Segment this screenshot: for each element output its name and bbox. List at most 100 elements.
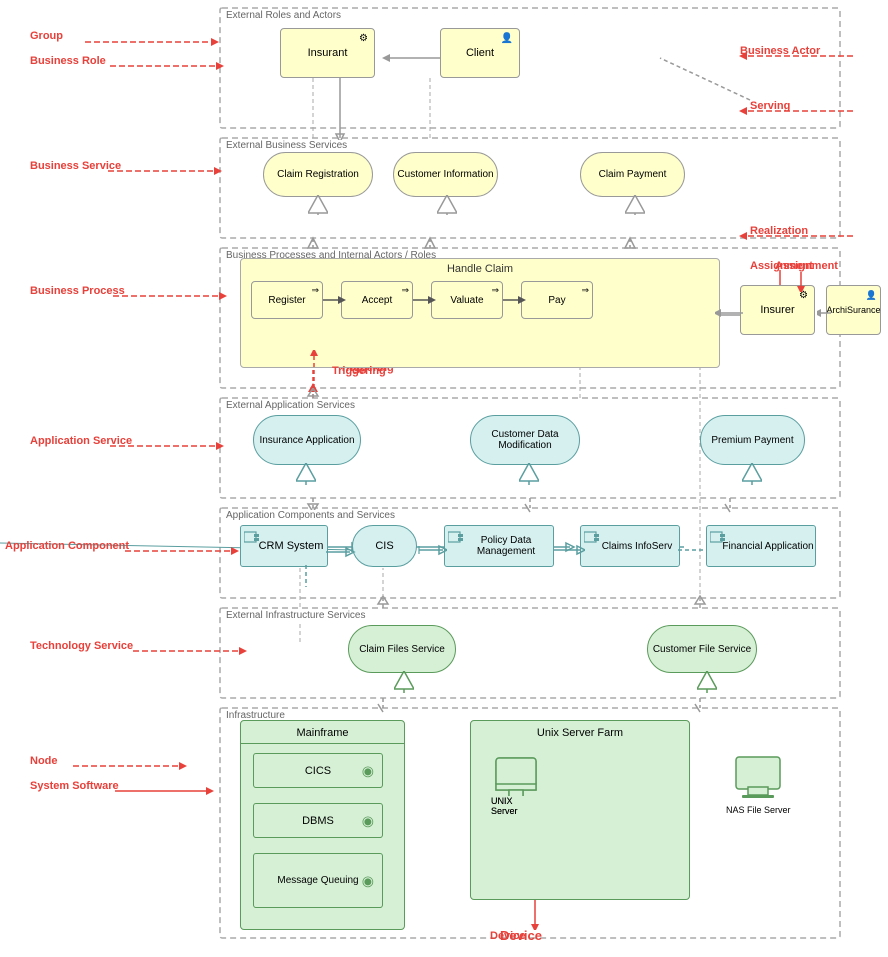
cics-box[interactable]: CICS ◉ xyxy=(253,753,383,788)
crm-system-box[interactable]: CRM System xyxy=(240,525,328,567)
insurer-box[interactable]: Insurer ⚙ xyxy=(740,285,815,335)
claims-infoserv-label: Claims InfoServ xyxy=(588,541,673,552)
section-label-app-components: Application Components and Services xyxy=(226,510,395,521)
insurance-application-label: Insurance Application xyxy=(259,435,354,446)
policy-data-box[interactable]: Policy Data Management xyxy=(444,525,554,567)
realization-app-2 xyxy=(519,463,539,485)
accept-box[interactable]: Accept ⇒ xyxy=(341,281,413,319)
section-label-external-business: External Business Services xyxy=(226,140,347,151)
claim-payment-label: Claim Payment xyxy=(599,169,667,180)
insurant-box[interactable]: Insurant ⚙ xyxy=(280,28,375,78)
valuate-box[interactable]: Valuate ⇒ xyxy=(431,281,503,319)
unix-server2-label: UNIX Server xyxy=(491,796,541,816)
claim-registration-oval[interactable]: Claim Registration xyxy=(263,152,373,197)
business-role-arrow xyxy=(110,58,240,74)
section-label-external-infra: External Infrastructure Services xyxy=(226,610,366,621)
dbms-box[interactable]: DBMS ◉ xyxy=(253,803,383,838)
component-icon-policy xyxy=(448,529,464,545)
nas-file-server-device[interactable]: NAS File Server xyxy=(726,755,791,815)
unix-server2-device[interactable]: UNIX Server xyxy=(491,756,541,816)
label-business-process: Business Process xyxy=(30,285,125,297)
archisurance-label: ArchiSurance xyxy=(826,305,880,315)
node-arrow xyxy=(73,758,203,774)
insurance-application-oval[interactable]: Insurance Application xyxy=(253,415,361,465)
crm-to-cis-arrow xyxy=(326,544,356,560)
label-technology-service: Technology Service xyxy=(30,640,133,652)
client-box[interactable]: Client 👤 xyxy=(440,28,520,78)
realization-arrow xyxy=(733,228,853,244)
realization-triangle-3 xyxy=(625,195,645,215)
insurant-label: Insurant xyxy=(308,47,348,59)
message-queuing-box[interactable]: Message Queuing ◉ xyxy=(253,853,383,908)
accept-label: Accept xyxy=(362,295,393,306)
label-system-software: System Software xyxy=(30,780,119,792)
component-icon-crm xyxy=(244,529,260,545)
section-label-external-roles: External Roles and Actors xyxy=(226,10,341,21)
valuate-label: Valuate xyxy=(450,295,483,306)
handle-claim-label: Handle Claim xyxy=(241,259,719,275)
triggering-label: Triggering xyxy=(332,365,386,377)
realization-comp-1 xyxy=(296,565,316,587)
cis-oval[interactable]: CIS xyxy=(352,525,417,567)
realization-triangle-2 xyxy=(437,195,457,215)
label-group: Group xyxy=(30,30,63,42)
cics-label: CICS xyxy=(305,765,331,777)
register-box[interactable]: Register ⇒ xyxy=(251,281,323,319)
financial-app-box[interactable]: Financial Application xyxy=(706,525,816,567)
insurer-to-pay-arrow xyxy=(715,305,745,321)
premium-payment-oval[interactable]: Premium Payment xyxy=(700,415,805,465)
customer-data-mod-oval[interactable]: Customer Data Modification xyxy=(470,415,580,465)
customer-file-oval[interactable]: Customer File Service xyxy=(647,625,757,673)
component-icon-financial xyxy=(710,529,726,545)
label-node: Node xyxy=(30,755,58,767)
archisurance-box[interactable]: ArchiSurance 👤 xyxy=(826,285,881,335)
label-assignment-text: Assignment xyxy=(775,260,838,272)
app-component-arrow xyxy=(125,543,255,559)
cis-label: CIS xyxy=(375,540,393,552)
diagram-container: External Roles and Actors External Busin… xyxy=(0,0,888,957)
claim-registration-label: Claim Registration xyxy=(277,169,359,180)
customer-information-oval[interactable]: Customer Information xyxy=(393,152,498,197)
nas-icon xyxy=(728,755,788,805)
business-actor-arrow xyxy=(733,48,853,198)
system-software-arrow xyxy=(115,783,230,799)
business-process-arrow xyxy=(113,288,243,304)
cis-to-policy-arrow xyxy=(415,540,447,560)
policy-to-claims-arrow xyxy=(553,540,585,560)
archisurance-to-insurer xyxy=(817,305,832,455)
label-business-role: Business Role xyxy=(30,55,106,67)
nas-label: NAS File Server xyxy=(726,805,791,815)
unix-server2-icon xyxy=(491,756,541,796)
claims-infoserv-box[interactable]: Claims InfoServ xyxy=(580,525,680,567)
realization-triangle-1 xyxy=(308,195,328,215)
client-label: Client xyxy=(466,47,494,59)
claim-files-label: Claim Files Service xyxy=(359,644,445,655)
dbms-label: DBMS xyxy=(302,815,334,827)
customer-data-mod-label: Customer Data Modification xyxy=(471,429,579,451)
assignment-arrow-down xyxy=(793,272,809,292)
tech-service-arrow xyxy=(133,643,263,659)
component-icon-claims xyxy=(584,529,600,545)
group-arrow xyxy=(85,34,235,50)
app-service-arrow xyxy=(110,438,240,454)
realization-app-1 xyxy=(296,463,316,485)
mainframe-label: Mainframe xyxy=(241,721,404,744)
message-queuing-label: Message Queuing xyxy=(277,875,358,886)
label-application-component: Application Component xyxy=(5,540,129,552)
unix-server-farm-box[interactable]: Unix Server Farm UNIX Server xyxy=(470,720,690,900)
insurer-label: Insurer xyxy=(760,304,794,316)
pay-box[interactable]: Pay ⇒ xyxy=(521,281,593,319)
claims-to-financial-arrow xyxy=(678,540,710,560)
mainframe-box[interactable]: Mainframe CICS ◉ DBMS ◉ Message Queuing … xyxy=(240,720,405,930)
device-label: Device xyxy=(500,928,542,943)
premium-payment-label: Premium Payment xyxy=(711,435,793,446)
claim-files-oval[interactable]: Claim Files Service xyxy=(348,625,456,673)
claim-payment-oval[interactable]: Claim Payment xyxy=(580,152,685,197)
section-label-external-app: External Application Services xyxy=(226,400,355,411)
realization-tech-2 xyxy=(697,671,717,693)
business-service-arrow xyxy=(108,163,238,179)
realization-tech-1 xyxy=(394,671,414,693)
customer-information-label: Customer Information xyxy=(397,169,493,180)
unix-server-farm-label: Unix Server Farm xyxy=(471,721,689,743)
pay-label: Pay xyxy=(548,295,565,306)
